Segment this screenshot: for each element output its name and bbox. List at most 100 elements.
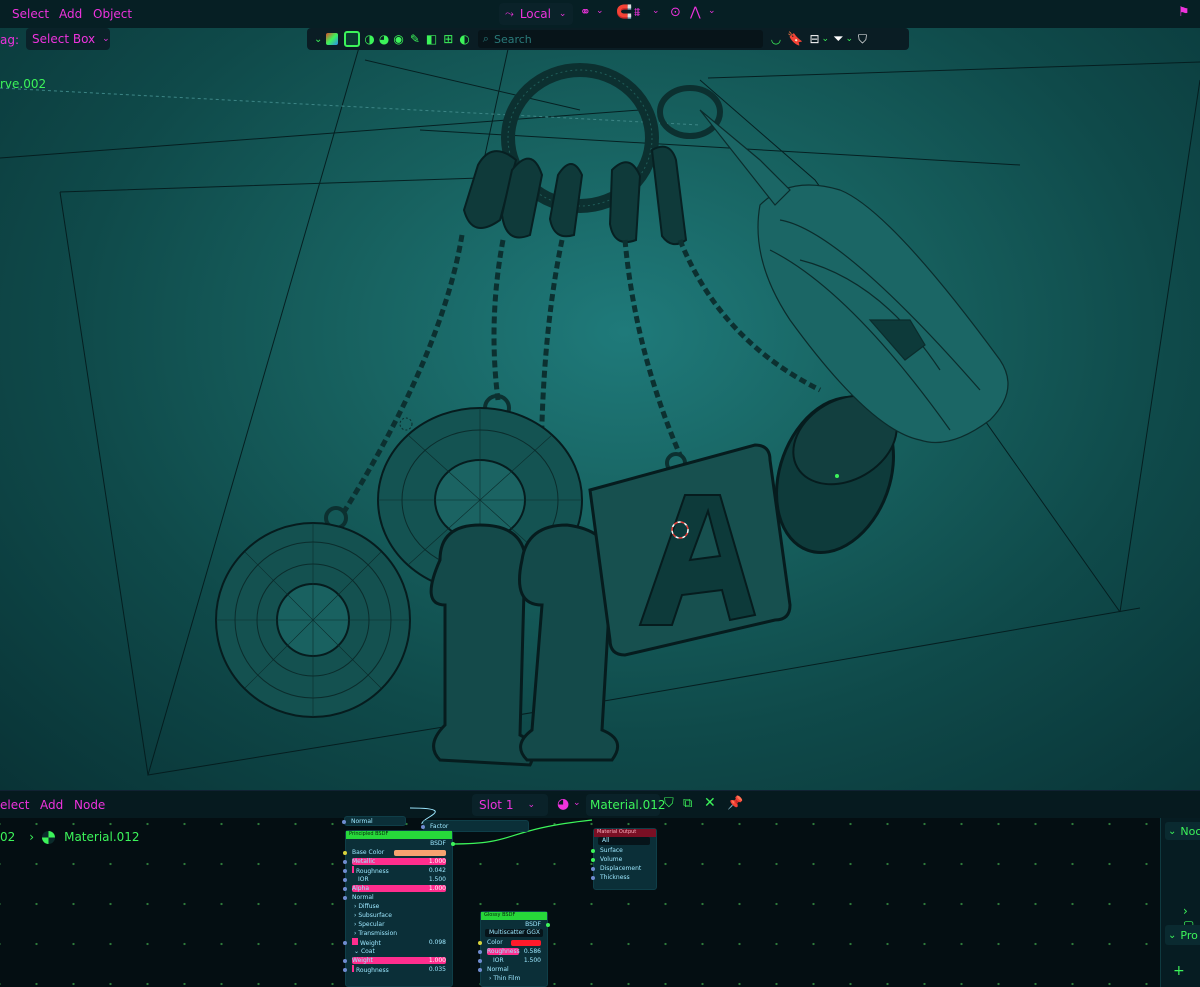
node-glossy-bsdf[interactable]: Glossy BSDF BSDF Multiscatter GGX Color … — [478, 911, 550, 987]
chevron-down-icon: ⌄ — [1168, 825, 1177, 837]
overlay-icon[interactable]: ◐ — [459, 32, 469, 46]
socket-label: Weight — [360, 940, 381, 947]
socket-label: Roughness — [356, 868, 389, 875]
filter-icon[interactable]: ⏷ — [833, 32, 843, 47]
node-principled-bsdf[interactable]: Principled BSDF BSDF Base Color Metallic… — [343, 830, 455, 987]
socket-value[interactable]: 0.586 — [524, 947, 541, 956]
wireframe-shading-icon[interactable] — [344, 31, 361, 47]
color-swatch[interactable] — [394, 850, 446, 856]
socket-label: Thickness — [600, 874, 630, 881]
chevron-down-icon[interactable]: ⌄ — [652, 6, 660, 16]
shield-icon[interactable]: ⛉ — [858, 32, 867, 47]
search-input[interactable]: ⌕ Search — [477, 30, 763, 48]
menu-add[interactable]: Add — [59, 7, 82, 21]
socket-label: BSDF — [525, 921, 541, 928]
origin-point — [835, 474, 839, 478]
bookmark-icon[interactable]: 🔖 — [787, 32, 803, 47]
transform-space-label: Local — [519, 7, 551, 21]
menu-select[interactable]: Select — [12, 7, 49, 21]
sidebar-tab-properties[interactable]: ⌄ Pro — [1165, 925, 1200, 945]
chevron-down-icon[interactable]: ⌄ — [822, 34, 830, 44]
number-11-charm[interactable] — [429, 523, 620, 767]
transform-space-dropdown[interactable]: ⤳ Local ⌄ — [499, 3, 573, 25]
paint-icon[interactable]: ◧ — [426, 32, 437, 46]
socket-label: IOR — [493, 957, 504, 964]
chevron-down-icon: ⌄ — [1168, 929, 1177, 941]
node-title[interactable]: Principled BSDF — [346, 831, 452, 839]
search-icon: ⌕ — [482, 32, 489, 45]
node-title[interactable]: Material Output — [594, 829, 656, 837]
chevron-down-icon: ⌄ — [558, 9, 567, 19]
socket-label: Color — [487, 939, 503, 946]
output-target-dropdown[interactable]: All — [598, 837, 650, 845]
socket-value[interactable]: 1.000 — [429, 956, 446, 965]
node-material-output[interactable]: Material Output All Surface Volume Displ… — [591, 828, 657, 890]
material-preview-icon[interactable]: ◕ — [379, 32, 389, 46]
socket-label: Roughness — [356, 967, 389, 974]
socket-label: Base Color — [352, 849, 385, 856]
letter-a-tile[interactable] — [588, 443, 792, 657]
node-sidebar: ⌄ Noc › ▢ ⌄ Pro + — [1160, 818, 1200, 987]
viewport-toolbar: ⌄ ◑ ◕ ◉ ✎ ◧ ⊞ ◐ ⌕ Search ◡ 🔖 ⊟ ⌄ ⏷ ⌄ ⛉ — [307, 28, 909, 50]
chevron-down-icon[interactable]: ⌄ — [596, 6, 604, 16]
3d-viewport[interactable]: Select Add Object ⤳ Local ⌄ ⚭ ⌄ 🧲 ⩩ ⌄ ⊙ … — [0, 0, 1200, 790]
brush-icon[interactable]: ✎ — [410, 32, 420, 46]
socket-value[interactable]: 1.000 — [429, 884, 446, 893]
panel-label[interactable]: Subsurface — [358, 912, 392, 919]
rendered-shading-icon[interactable]: ◉ — [393, 32, 403, 46]
active-object-label: rve.002 — [0, 77, 47, 91]
socket-value[interactable]: 0.042 — [429, 866, 446, 875]
falloff-icon[interactable]: ⋀ — [690, 5, 701, 20]
socket-label: Volume — [600, 856, 623, 863]
socket-value[interactable]: 0.098 — [429, 938, 446, 947]
panel-label[interactable]: Specular — [358, 921, 384, 928]
menu-object[interactable]: Object — [93, 7, 132, 21]
left-disc[interactable] — [215, 522, 411, 718]
object-type-visibility-icon[interactable] — [326, 33, 339, 45]
node-normal-output[interactable]: Normal — [342, 816, 406, 826]
hierarchy-icon[interactable]: ⊟ — [809, 32, 819, 46]
clip-3[interactable] — [548, 163, 584, 238]
socket-label: Normal — [487, 966, 509, 973]
node-title[interactable]: Glossy BSDF — [481, 912, 547, 920]
chevron-down-icon[interactable]: ⌄ — [708, 6, 716, 16]
panel-label[interactable]: Coat — [361, 948, 375, 955]
transform-orientation-icon: ⤳ — [505, 7, 514, 20]
drag-label: ag: — [0, 33, 20, 47]
gizmo-toggle-icon[interactable]: ⚑ — [1178, 5, 1190, 20]
shader-node-editor[interactable]: elect Add Node Slot 1 ⌄ ◕ ⌄ Material.012… — [0, 790, 1200, 987]
socket-value[interactable]: 1.500 — [429, 875, 446, 884]
panel-label[interactable]: Thin Film — [493, 975, 520, 982]
socket-label: Normal — [351, 818, 373, 825]
clip-5[interactable] — [650, 145, 688, 246]
solid-shading-icon[interactable]: ◑ — [364, 32, 374, 46]
snap-icon[interactable]: 🧲 — [616, 5, 632, 20]
bottle-charm[interactable] — [699, 109, 1009, 444]
socket-value[interactable]: 0.035 — [429, 965, 446, 974]
sidebar-tab-label: Noc — [1180, 824, 1200, 838]
panel-label[interactable]: Diffuse — [358, 903, 379, 910]
curve-icon[interactable]: ◡ — [771, 32, 781, 46]
search-placeholder: Search — [493, 32, 532, 46]
distribution-dropdown[interactable]: Multiscatter GGX — [485, 929, 543, 937]
clip-4[interactable] — [608, 161, 642, 243]
sidebar-tab-label: Pro — [1180, 928, 1198, 942]
texture-icon[interactable]: ⊞ — [443, 32, 453, 46]
socket-label: BSDF — [430, 840, 446, 847]
proportional-editing-icon[interactable]: ⊙ — [670, 5, 681, 20]
color-swatch[interactable] — [511, 940, 541, 946]
select-box-label: Select Box — [32, 32, 96, 46]
socket-label: Alpha — [352, 885, 370, 892]
select-box-dropdown[interactable]: Select Box ⌄ — [26, 28, 110, 50]
add-icon[interactable]: + — [1173, 963, 1185, 979]
socket-value[interactable]: 1.000 — [429, 857, 446, 866]
pivot-point-icon[interactable]: ⚭ — [580, 5, 591, 20]
viewport-header: Select Add Object ⤳ Local ⌄ ⚭ ⌄ 🧲 ⩩ ⌄ ⊙ … — [0, 0, 1200, 28]
chevron-down-icon[interactable]: ⌄ — [314, 34, 322, 45]
chevron-down-icon[interactable]: ⌄ — [845, 34, 853, 44]
sidebar-tab-node[interactable]: ⌄ Noc — [1165, 822, 1200, 840]
socket-label: Displacement — [600, 865, 642, 872]
socket-value[interactable]: 1.500 — [524, 956, 541, 965]
snap-increment-icon[interactable]: ⩩ — [634, 5, 640, 20]
panel-label[interactable]: Transmission — [358, 930, 397, 937]
